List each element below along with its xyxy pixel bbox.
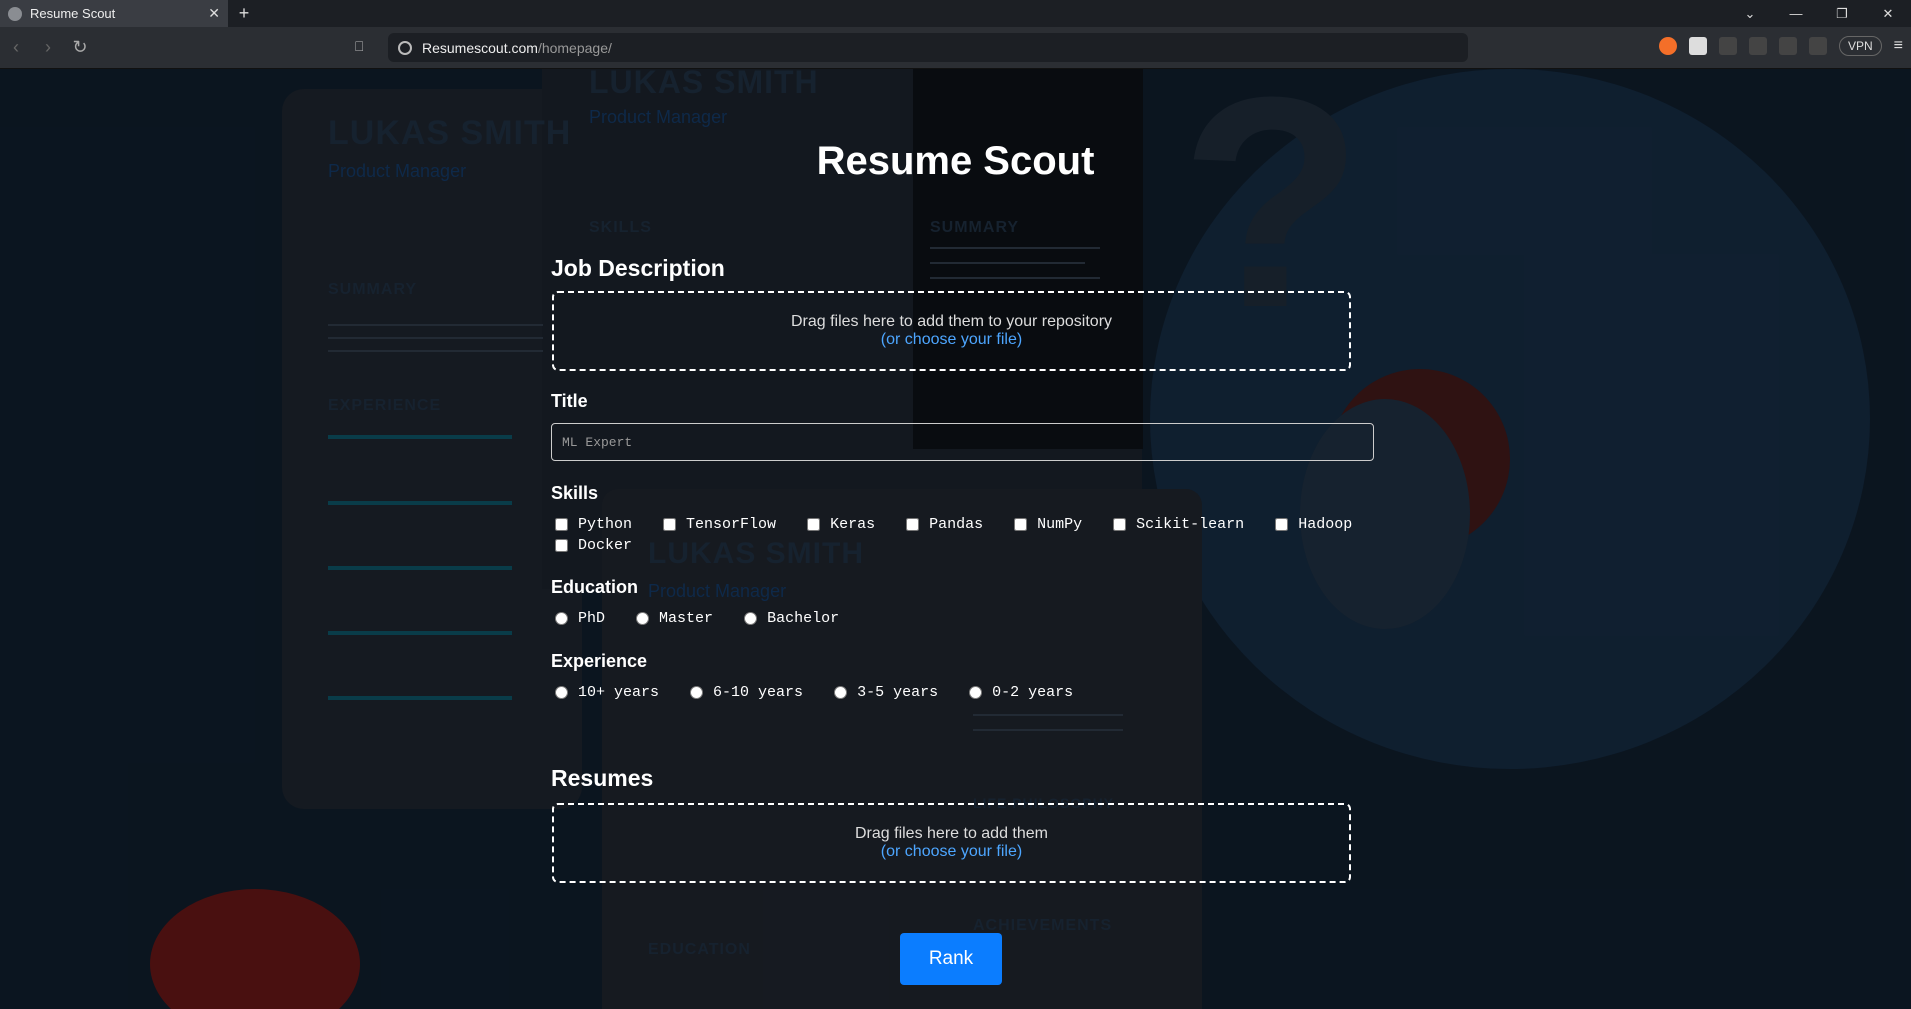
extension-icon[interactable]	[1658, 37, 1677, 55]
skill-checkbox[interactable]	[1014, 517, 1028, 531]
experience-option[interactable]: 0-2 years	[967, 682, 1073, 702]
choose-file-link[interactable]: (or choose your file)	[881, 331, 1022, 349]
menu-icon[interactable]: ≡	[1894, 37, 1903, 55]
skill-option[interactable]: Pandas	[904, 514, 983, 534]
globe-icon	[8, 6, 22, 21]
education-radio[interactable]	[744, 611, 758, 625]
page-content: LUKAS SMITH Product Manager LUKAS SMITH …	[0, 69, 1911, 1009]
skills-options: Python TensorFlow Keras Pandas NumPy Sci…	[553, 514, 1383, 557]
title-input[interactable]	[551, 423, 1374, 461]
resumes-dropzone[interactable]: Drag files here to add them (or choose y…	[552, 803, 1351, 883]
experience-option[interactable]: 3-5 years	[832, 682, 938, 702]
minimize-icon[interactable]: —	[1773, 0, 1819, 27]
close-window-icon[interactable]: ✕	[1865, 0, 1911, 27]
skill-option[interactable]: Scikit-learn	[1111, 514, 1244, 534]
forward-icon[interactable]: ›	[32, 32, 64, 64]
new-tab-button[interactable]: +	[228, 3, 260, 24]
site-info-icon[interactable]	[398, 40, 412, 55]
skill-option[interactable]: Keras	[805, 514, 875, 534]
skill-checkbox[interactable]	[1113, 517, 1127, 531]
skills-label: Skills	[551, 483, 599, 503]
download-icon[interactable]	[1748, 37, 1767, 55]
browser-tab-bar: Resume Scout ✕ + ⌄ — ❐ ✕	[0, 0, 1911, 27]
job-description-dropzone[interactable]: Drag files here to add them to your repo…	[552, 291, 1351, 371]
wallet-icon[interactable]	[1808, 37, 1827, 55]
chevron-down-icon[interactable]: ⌄	[1727, 0, 1773, 27]
window-controls: ⌄ — ❐ ✕	[1727, 0, 1911, 27]
skill-option[interactable]: TensorFlow	[661, 514, 776, 534]
sidebar-icon[interactable]	[1778, 37, 1797, 55]
back-icon[interactable]: ‹	[0, 32, 32, 64]
bookmark-icon[interactable]: ⎕	[355, 38, 375, 58]
experience-options: 10+ years 6-10 years 3-5 years 0-2 years	[553, 682, 1093, 704]
dropzone-text: Drag files here to add them	[855, 825, 1048, 842]
job-description-label: Job Description	[551, 255, 725, 281]
education-options: PhD Master Bachelor	[553, 608, 859, 630]
skill-checkbox[interactable]	[807, 517, 821, 531]
skill-option[interactable]: NumPy	[1012, 514, 1082, 534]
choose-file-link[interactable]: (or choose your file)	[881, 843, 1022, 861]
vpn-button[interactable]: VPN	[1838, 36, 1882, 56]
education-option[interactable]: Master	[634, 608, 713, 628]
dropzone-text: Drag files here to add them to your repo…	[790, 313, 1113, 330]
education-option[interactable]: Bachelor	[742, 608, 839, 628]
reload-icon[interactable]: ↻	[64, 32, 96, 64]
address-bar[interactable]: Resumescout.com/homepage/	[388, 33, 1468, 62]
close-icon[interactable]: ✕	[208, 5, 220, 22]
resumes-label: Resumes	[551, 765, 654, 791]
url-path: /homepage/	[537, 39, 612, 56]
puzzle-icon[interactable]	[1718, 37, 1737, 55]
experience-option[interactable]: 10+ years	[553, 682, 659, 702]
education-radio[interactable]	[555, 611, 568, 625]
experience-label: Experience	[551, 651, 648, 671]
tab-title: Resume Scout	[30, 6, 116, 21]
title-label: Title	[551, 391, 588, 411]
skill-checkbox[interactable]	[555, 539, 568, 552]
browser-tab[interactable]: Resume Scout ✕	[0, 0, 228, 27]
skill-checkbox[interactable]	[1275, 517, 1289, 531]
experience-option[interactable]: 6-10 years	[688, 682, 803, 702]
rank-button[interactable]: Rank	[900, 933, 1002, 985]
skill-checkbox[interactable]	[663, 517, 677, 531]
education-radio[interactable]	[636, 611, 650, 625]
experience-radio[interactable]	[555, 685, 568, 699]
extensions-area: VPN ≡	[1658, 36, 1903, 56]
url-host: Resumescout.com	[422, 39, 538, 56]
education-option[interactable]: PhD	[553, 608, 605, 628]
restore-icon[interactable]: ❐	[1819, 0, 1865, 27]
experience-radio[interactable]	[834, 685, 848, 699]
skill-checkbox[interactable]	[555, 517, 568, 531]
experience-radio[interactable]	[690, 685, 704, 699]
extension-s-icon[interactable]	[1688, 37, 1707, 55]
skill-option[interactable]: Python	[553, 514, 632, 534]
education-label: Education	[551, 577, 639, 597]
skill-option[interactable]: Docker	[553, 536, 632, 556]
skill-checkbox[interactable]	[906, 517, 920, 531]
skill-option[interactable]: Hadoop	[1273, 514, 1352, 534]
experience-radio[interactable]	[969, 685, 983, 699]
page-title: Resume Scout	[816, 139, 1095, 183]
